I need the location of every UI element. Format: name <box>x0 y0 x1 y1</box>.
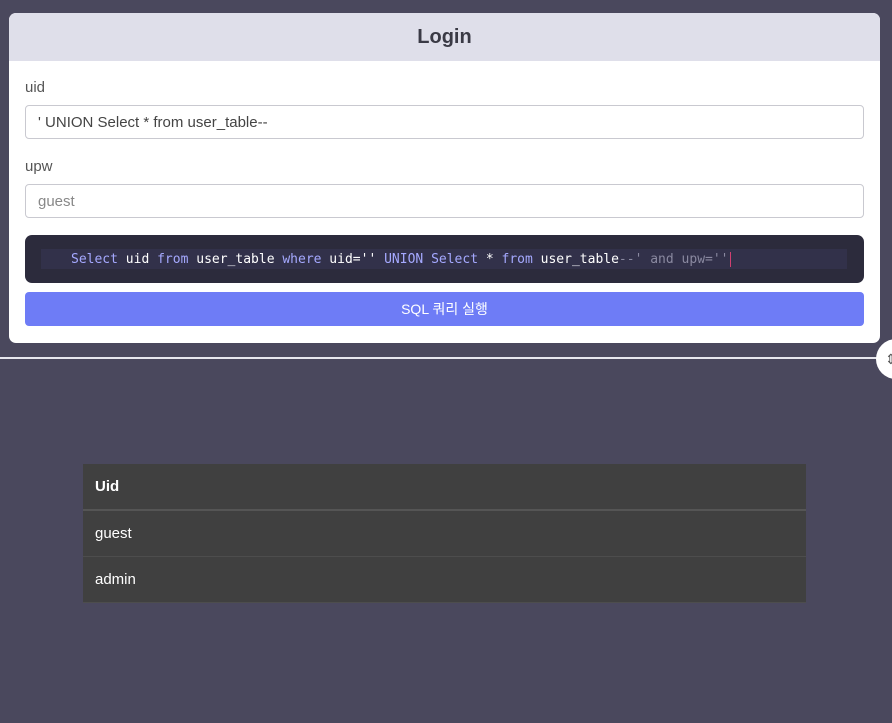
sql-query-preview: Select uid from user_table where uid='' … <box>25 235 864 283</box>
upw-input[interactable] <box>25 184 864 218</box>
table-cell: admin <box>83 556 806 603</box>
sql-token: user_table <box>188 251 283 267</box>
sql-token: user_table <box>532 251 619 267</box>
sql-token: where <box>282 251 322 267</box>
divider-handle[interactable]: ⇕ <box>876 339 892 379</box>
split-divider[interactable] <box>0 357 892 359</box>
table-row: guest <box>83 510 806 557</box>
results-table: Uid guest admin <box>83 464 806 603</box>
sql-token: --' and upw='' <box>618 251 729 267</box>
upw-label: upw <box>25 158 53 175</box>
table-row: admin <box>83 556 806 603</box>
sql-token: uid <box>117 251 158 267</box>
sql-query-line: Select uid from user_table where uid='' … <box>41 249 847 269</box>
table-header-row: Uid <box>83 464 806 511</box>
sql-token: from <box>157 251 189 267</box>
login-title: Login <box>9 13 880 61</box>
run-sql-button[interactable]: SQL 쿼리 실행 <box>25 292 864 326</box>
table-cell: guest <box>83 510 806 557</box>
sql-token: * <box>478 251 502 267</box>
uid-input[interactable] <box>25 105 864 139</box>
sql-token: from <box>501 251 533 267</box>
drag-handle-icon: ⇕ <box>885 350 892 367</box>
sql-token: uid='' <box>321 251 377 267</box>
sql-token: UNION Select <box>376 251 479 267</box>
login-card: Login uid upw Select uid from user_table… <box>9 13 880 343</box>
uid-label: uid <box>25 79 46 96</box>
sql-token: Select <box>71 251 118 267</box>
text-caret <box>729 251 731 267</box>
column-header-uid: Uid <box>83 464 806 511</box>
